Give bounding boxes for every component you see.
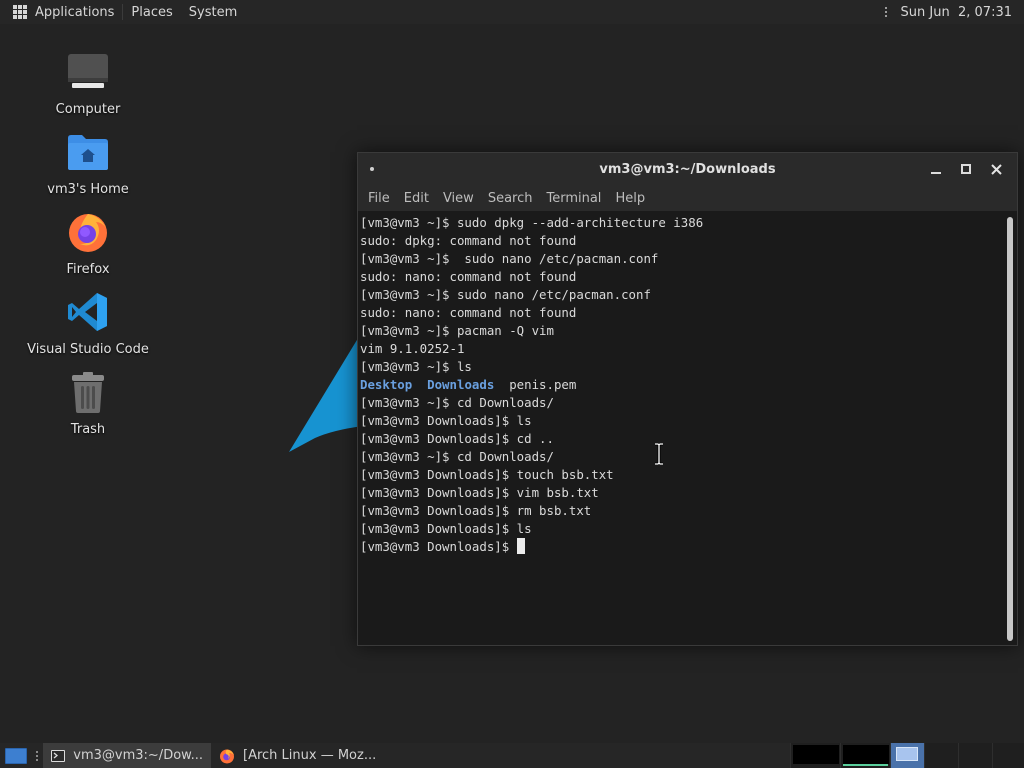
ls-directory-entry: Desktop bbox=[360, 377, 413, 392]
terminal-line: [vm3@vm3 Downloads]$ touch bsb.txt bbox=[360, 467, 614, 482]
workspace-3[interactable] bbox=[890, 743, 924, 768]
workspace-2[interactable] bbox=[840, 743, 890, 768]
terminal-line: [vm3@vm3 ~]$ pacman -Q vim bbox=[360, 323, 554, 338]
terminal-line: [vm3@vm3 ~]$ sudo nano /etc/pacman.conf bbox=[360, 287, 651, 302]
terminal-line: [vm3@vm3 Downloads]$ ls bbox=[360, 413, 532, 428]
menu-search[interactable]: Search bbox=[481, 191, 540, 206]
terminal-line: [vm3@vm3 Downloads]$ ls bbox=[360, 521, 532, 536]
apps-grid-icon bbox=[13, 5, 27, 19]
arch-logo-icon bbox=[289, 330, 363, 452]
firefox-icon bbox=[64, 208, 112, 256]
panel-handle-icon bbox=[884, 7, 887, 17]
terminal-line: [vm3@vm3 ~]$ cd Downloads/ bbox=[360, 449, 554, 464]
minimize-icon bbox=[931, 172, 941, 174]
terminal-line: [vm3@vm3 ~]$ sudo dpkg --add-architectur… bbox=[360, 215, 704, 230]
terminal-line: [vm3@vm3 Downloads]$ rm bsb.txt bbox=[360, 503, 592, 518]
workspace-1[interactable] bbox=[790, 743, 840, 768]
places-menu[interactable]: Places bbox=[123, 0, 180, 24]
terminal-titlebar[interactable]: vm3@vm3:~/Downloads bbox=[358, 153, 1017, 185]
computer-icon bbox=[64, 48, 112, 96]
terminal-line: [vm3@vm3 Downloads]$ cd .. bbox=[360, 431, 554, 446]
close-icon bbox=[990, 163, 1002, 175]
menu-view[interactable]: View bbox=[436, 191, 481, 206]
clock[interactable]: Sun Jun 2, 07:31 bbox=[901, 5, 1012, 20]
home-folder-icon bbox=[64, 128, 112, 176]
desktop-icon-label: Trash bbox=[70, 422, 106, 437]
desktop-icon-trash[interactable]: Trash bbox=[18, 368, 158, 437]
terminal-line: [vm3@vm3 Downloads]$ vim bsb.txt bbox=[360, 485, 599, 500]
terminal-scrollbar[interactable] bbox=[1007, 217, 1013, 641]
applications-menu-label: Applications bbox=[35, 4, 115, 20]
terminal-line: [vm3@vm3 ~]$ sudo nano /etc/pacman.conf bbox=[360, 251, 659, 266]
desktop-icon-computer[interactable]: Computer bbox=[18, 48, 158, 117]
terminal-prompt-line[interactable]: [vm3@vm3 Downloads]$ bbox=[360, 538, 1003, 556]
menu-help[interactable]: Help bbox=[608, 191, 652, 206]
terminal-line: vim 9.1.0252-1 bbox=[360, 341, 465, 356]
terminal-line: [vm3@vm3 ~]$ ls bbox=[360, 359, 472, 374]
desktop-icon-vscode[interactable]: Visual Studio Code bbox=[18, 288, 158, 357]
ls-file-entry: penis.pem bbox=[509, 377, 577, 392]
bottom-panel: vm3@vm3:~/Dow... [Arch Linux — Moz... bbox=[0, 743, 1024, 768]
workspace-switcher bbox=[790, 743, 1024, 768]
taskbar-item-terminal[interactable]: vm3@vm3:~/Dow... bbox=[43, 743, 211, 768]
ls-directory-entry: Downloads bbox=[427, 377, 495, 392]
terminal-line: sudo: nano: command not found bbox=[360, 269, 577, 284]
menu-terminal[interactable]: Terminal bbox=[539, 191, 608, 206]
terminal-output[interactable]: [vm3@vm3 ~]$ sudo dpkg --add-architectur… bbox=[358, 211, 1003, 645]
minimize-button[interactable] bbox=[921, 155, 951, 183]
workspace-6[interactable] bbox=[992, 743, 1024, 768]
trash-icon bbox=[64, 368, 112, 416]
window-title: vm3@vm3:~/Downloads bbox=[599, 161, 776, 177]
text-cursor-icon bbox=[655, 443, 663, 465]
window-menu-icon[interactable] bbox=[370, 167, 374, 171]
taskbar-item-label: vm3@vm3:~/Dow... bbox=[73, 748, 203, 763]
terminal-line: sudo: nano: command not found bbox=[360, 305, 577, 320]
terminal-menubar: File Edit View Search Terminal Help bbox=[358, 185, 1017, 211]
show-desktop-button[interactable] bbox=[5, 747, 27, 764]
maximize-icon bbox=[961, 164, 971, 174]
terminal-cursor bbox=[516, 538, 525, 554]
terminal-icon bbox=[51, 748, 66, 764]
system-menu-label: System bbox=[188, 4, 238, 20]
menu-edit[interactable]: Edit bbox=[397, 191, 436, 206]
top-panel: Applications Places System Sun Jun 2, 07… bbox=[0, 0, 1024, 24]
desktop-icon-label: Computer bbox=[55, 102, 121, 117]
close-button[interactable] bbox=[981, 155, 1011, 183]
workspace-4[interactable] bbox=[924, 743, 958, 768]
desktop-icon-firefox[interactable]: Firefox bbox=[18, 208, 158, 277]
vscode-icon bbox=[64, 288, 112, 336]
terminal-window[interactable]: vm3@vm3:~/Downloads File Edit View Searc… bbox=[357, 152, 1018, 646]
maximize-button[interactable] bbox=[951, 155, 981, 183]
applications-menu[interactable]: Applications bbox=[0, 0, 122, 24]
workspace-5[interactable] bbox=[958, 743, 992, 768]
desktop-icon-label: vm3's Home bbox=[47, 182, 129, 197]
places-menu-label: Places bbox=[131, 4, 173, 20]
terminal-line: [vm3@vm3 ~]$ cd Downloads/ bbox=[360, 395, 554, 410]
desktop-icon-home[interactable]: vm3's Home bbox=[18, 128, 158, 197]
taskbar-item-firefox[interactable]: [Arch Linux — Moz... bbox=[211, 743, 379, 768]
desktop-icon-label: Firefox bbox=[66, 262, 110, 277]
firefox-icon bbox=[219, 748, 235, 764]
menu-file[interactable]: File bbox=[361, 191, 397, 206]
terminal-line: sudo: dpkg: command not found bbox=[360, 233, 577, 248]
terminal-line: Desktop Downloads penis.pem bbox=[360, 376, 1003, 394]
desktop-icon-label: Visual Studio Code bbox=[27, 342, 149, 357]
system-menu[interactable]: System bbox=[181, 0, 245, 24]
panel-handle-icon bbox=[36, 750, 38, 761]
taskbar-item-label: [Arch Linux — Moz... bbox=[243, 748, 377, 763]
